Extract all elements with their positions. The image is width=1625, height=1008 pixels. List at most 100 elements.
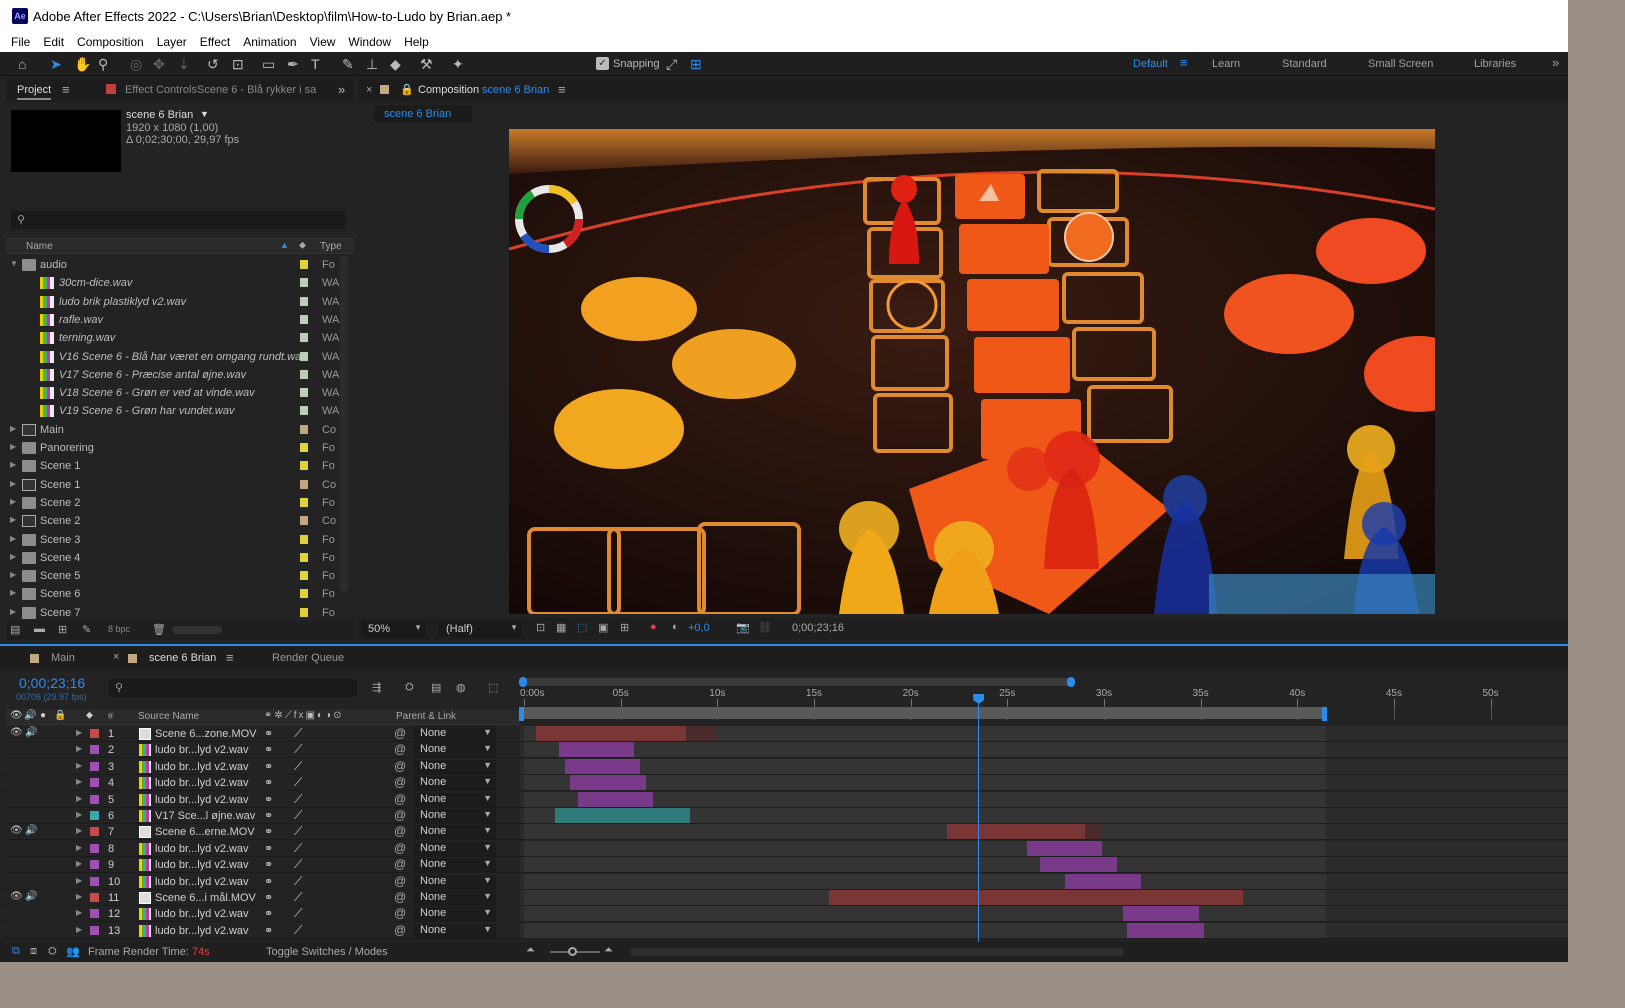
label-color-swatch[interactable] [300, 333, 308, 343]
composition-menu-icon[interactable]: ≡ [558, 82, 566, 97]
twirl-closed-icon[interactable]: ▶ [76, 908, 82, 917]
project-item[interactable]: ▶ Scene 1 Fo [6, 457, 348, 475]
twirl-closed-icon[interactable]: ▶ [76, 728, 82, 737]
label-color-swatch[interactable] [300, 479, 308, 489]
layer-label-color[interactable] [90, 794, 99, 804]
composition-tab-prefix[interactable]: Composition [418, 84, 479, 96]
label-column-icon[interactable]: ⬥ [86, 710, 93, 721]
workspace-standard[interactable]: Standard [1282, 58, 1327, 70]
layer-row[interactable]: 🔊▶5ludo br...lyd v2.wav⚭⟋@None▼ [6, 792, 520, 808]
project-item[interactable]: ▼ audio Fo [6, 256, 348, 274]
timeline-menu-icon[interactable]: ≡ [226, 650, 234, 665]
project-item[interactable]: 30cm-dice.wav WA [6, 274, 348, 292]
clone-stamp-tool-icon[interactable]: ⊥ [366, 56, 378, 72]
layer-label-color[interactable] [90, 778, 99, 788]
label-color-swatch[interactable] [300, 314, 308, 324]
dolly-camera-icon[interactable]: ⇣ [178, 56, 190, 72]
project-item[interactable]: ▶ Scene 6 Fo [6, 585, 348, 603]
project-item[interactable]: ▶ Main Co [6, 421, 348, 439]
menu-file[interactable]: File [11, 35, 30, 49]
solo-column-icon[interactable]: ● [40, 710, 46, 721]
menu-help[interactable]: Help [404, 35, 429, 49]
twirl-closed-icon[interactable]: ▶ [10, 588, 16, 597]
project-item[interactable]: V16 Scene 6 - Blå har været en omgang ru… [6, 348, 348, 366]
lock-column-icon[interactable]: 🔒 [54, 710, 66, 721]
show-snapshot-icon[interactable]: ⛓ [758, 621, 772, 634]
comp-breadcrumb[interactable]: scene 6 Brian [374, 105, 472, 122]
transfer-controls-icon[interactable]: ⧈ [30, 945, 37, 958]
project-item[interactable]: rafle.wav WA [6, 311, 348, 329]
label-color-swatch[interactable] [300, 607, 308, 617]
project-item[interactable]: ▶ Scene 2 Co [6, 512, 348, 530]
layer-label-color[interactable] [90, 925, 99, 935]
layer-label-color[interactable] [90, 745, 99, 755]
pan-camera-icon[interactable]: ✥ [153, 56, 165, 72]
layer-row[interactable]: 👁 🔊 ▶ 11 Scene 6...i mål.MOV ⚭ ⟋ @ None ▼ [6, 890, 520, 906]
parent-pickwhip-icon[interactable]: @ [394, 792, 406, 806]
toggle-switches-modes[interactable]: Toggle Switches / Modes [266, 946, 388, 958]
twirl-closed-icon[interactable]: ▶ [76, 876, 82, 885]
menu-layer[interactable]: Layer [157, 35, 187, 49]
eraser-tool-icon[interactable]: ◆ [390, 56, 401, 72]
shy-switch-icon[interactable]: ⚭ [264, 891, 273, 904]
shy-switch-icon[interactable]: ⚭ [264, 760, 273, 773]
parent-dropdown[interactable]: None ▼ [414, 858, 496, 873]
in-out-stretch-icon[interactable]: ⛭ [48, 945, 57, 958]
region-of-interest-icon[interactable]: ▣ [598, 621, 608, 634]
parent-dropdown[interactable]: None ▼ [414, 841, 496, 856]
shy-switch-icon[interactable]: ⚭ [264, 727, 273, 740]
label-color-swatch[interactable] [300, 296, 308, 306]
comp-mini-flowchart-icon[interactable]: ⇶ [372, 681, 381, 694]
bpc-toggle[interactable]: 8 bpc [108, 624, 130, 634]
layer-row[interactable]: 🔊▶3ludo br...lyd v2.wav⚭⟋@None▼ [6, 759, 520, 775]
lock-icon[interactable]: 🔒 [400, 83, 414, 96]
comp-info-dropdown-icon[interactable]: ▼ [200, 109, 209, 119]
label-color-swatch[interactable] [300, 260, 308, 269]
timeline-zoom-slider[interactable] [550, 947, 600, 956]
label-color-swatch[interactable] [300, 552, 308, 562]
parent-dropdown[interactable]: None ▼ [414, 891, 496, 905]
layer-label-color[interactable] [90, 811, 99, 820]
parent-pickwhip-icon[interactable]: @ [394, 726, 406, 740]
orbit-camera-icon[interactable]: ◎ [130, 56, 142, 72]
parent-pickwhip-icon[interactable]: @ [394, 775, 406, 789]
layer-row[interactable]: 🔊▶13ludo br...lyd v2.wav⚭⟋@None▼ [6, 923, 520, 939]
label-color-swatch[interactable] [300, 278, 308, 288]
puppet-tool-icon[interactable]: ✦ [452, 56, 464, 72]
parent-dropdown[interactable]: None ▼ [414, 759, 496, 774]
twirl-closed-icon[interactable]: ▶ [10, 424, 16, 433]
layer-row[interactable]: 🔊▶8ludo br...lyd v2.wav⚭⟋@None▼ [6, 841, 520, 857]
workspace-overflow-icon[interactable]: » [1552, 55, 1559, 70]
project-item[interactable]: V17 Scene 6 - Præcise antal øjne.wav WA [6, 366, 348, 384]
workspace-menu-icon[interactable]: ≡ [1180, 55, 1188, 70]
layer-label-color[interactable] [90, 843, 99, 853]
rectangle-tool-icon[interactable]: ▭ [262, 56, 275, 72]
label-color-swatch[interactable] [300, 388, 308, 398]
layer-row[interactable]: 🔊▶2ludo br...lyd v2.wav⚭⟋@None▼ [6, 742, 520, 759]
hand-tool-icon[interactable]: ✋ [74, 56, 91, 72]
label-color-swatch[interactable] [300, 589, 308, 599]
sort-ascending-icon[interactable]: ▲ [280, 240, 289, 250]
anchor-point-tool-icon[interactable]: ⊡ [232, 56, 244, 72]
twirl-closed-icon[interactable]: ▶ [10, 534, 16, 543]
label-color-swatch[interactable] [300, 516, 308, 526]
zoom-tool-icon[interactable]: ⚲ [98, 56, 108, 72]
zoom-in-icon[interactable]: ⏶ [604, 944, 613, 957]
layer-duration-bar[interactable] [564, 758, 640, 774]
thumbnail-size-slider[interactable] [172, 626, 222, 634]
layer-row[interactable]: 🔊▶9ludo br...lyd v2.wav⚭⟋@None▼ [6, 857, 520, 874]
current-time-display[interactable]: 0;00;23;16 [19, 675, 85, 691]
layer-label-color[interactable] [90, 876, 99, 886]
project-item[interactable]: ▶ Scene 3 Fo [6, 531, 348, 549]
video-column-eye-icon[interactable]: 👁 [10, 710, 23, 721]
col-parent-link[interactable]: Parent & Link [396, 711, 456, 722]
pen-tool-icon[interactable]: ✒ [287, 56, 299, 72]
parent-pickwhip-icon[interactable]: @ [394, 890, 406, 904]
label-column-icon[interactable]: ⬥ [299, 240, 306, 251]
label-color-swatch[interactable] [300, 461, 308, 471]
parent-dropdown[interactable]: None ▼ [414, 776, 496, 791]
layer-duration-bar[interactable] [1127, 922, 1205, 938]
twirl-closed-icon[interactable]: ▶ [76, 892, 82, 901]
layer-label-color[interactable] [90, 893, 99, 902]
roto-brush-tool-icon[interactable]: ⚒ [420, 56, 433, 72]
